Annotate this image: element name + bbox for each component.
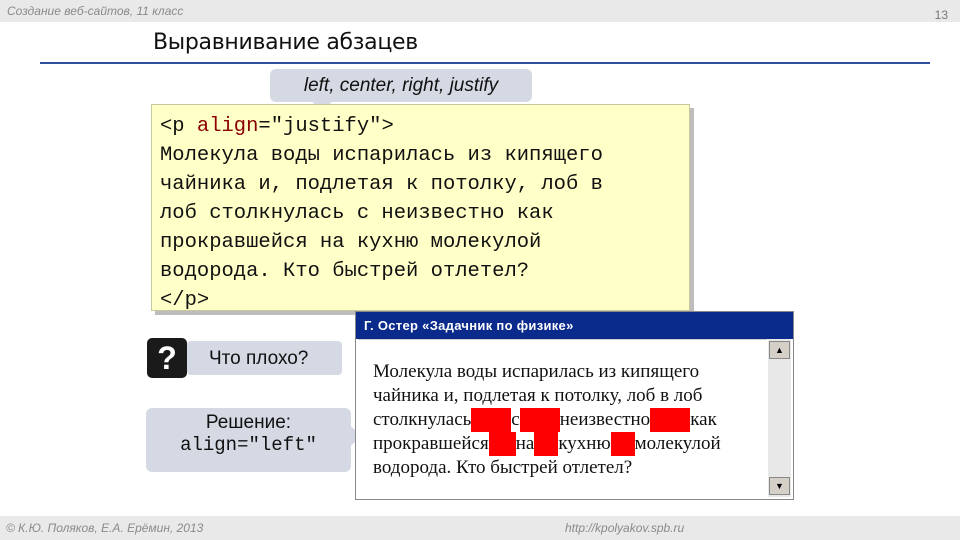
rendered-line: прокравшейся на кухню молекулой — [373, 432, 763, 456]
rendered-word: прокравшейся — [373, 433, 489, 454]
word-gap-highlight — [534, 432, 559, 456]
word-gap-highlight — [519, 408, 560, 432]
header-bar: Создание веб-сайтов, 11 класс — [0, 0, 960, 22]
word-gap-highlight — [471, 408, 512, 432]
window-content: Молекула воды испарилась из кипящего чай… — [358, 339, 767, 498]
footer-authors: © К.Ю. Поляков, Е.А. Ерёмин, 2013 — [6, 521, 204, 535]
vertical-scrollbar[interactable]: ▲ ▼ — [768, 339, 791, 497]
solution-callout: Решение: align="left" — [146, 408, 363, 472]
code-line: Молекула воды испарилась из кипящего — [160, 144, 603, 167]
rendered-word: неизвестно — [559, 409, 651, 430]
rendered-line: чайника и, подлетая к потолку, лоб в лоб — [373, 385, 703, 406]
solution-code: align="left" — [180, 434, 317, 456]
code-line: лоб столкнулась с неизвестно как — [160, 202, 554, 225]
code-text: <p align="justify"> Молекула воды испари… — [160, 112, 603, 315]
rendered-word: как — [690, 409, 717, 430]
alignment-values-text: left, center, right, justify — [303, 75, 499, 96]
code-open-tag: <p — [160, 115, 197, 138]
alignment-values-callout: left, center, right, justify — [270, 69, 532, 113]
code-line: чайника и, подлетая к потолку, лоб в — [160, 173, 603, 196]
code-close-tag: </p> — [160, 289, 210, 312]
rendered-word: с — [511, 409, 520, 430]
code-attr: align — [196, 115, 259, 138]
word-gap-highlight — [488, 432, 516, 456]
solution-label: Решение: — [205, 412, 292, 433]
question-block: ? Что плохо? — [147, 338, 343, 378]
word-gap-highlight — [610, 432, 635, 456]
slide-title: Выравнивание абзацев — [153, 30, 418, 55]
course-title: Создание веб-сайтов, 11 класс — [7, 4, 184, 18]
rendered-line: столкнулась с неизвестно как — [373, 408, 763, 432]
rendered-line: Молекула воды испарилась из кипящего — [373, 361, 700, 382]
code-attr-value: ="justify"> — [258, 115, 394, 138]
scroll-up-icon[interactable]: ▲ — [769, 341, 790, 359]
scroll-down-icon[interactable]: ▼ — [769, 477, 790, 495]
rendered-word: молекулой — [634, 433, 721, 454]
code-line: водорода. Кто быстрей отлетел? — [160, 260, 530, 283]
code-example: <p align="justify"> Молекула воды испари… — [151, 104, 690, 312]
browser-window: Г. Остер «Задачник по физике» Молекула в… — [355, 311, 794, 500]
question-label: Что плохо? — [187, 341, 342, 375]
rendered-paragraph: Молекула воды испарилась из кипящего чай… — [373, 360, 763, 480]
rendered-line: водорода. Кто быстрей отлетел? — [373, 457, 633, 478]
rendered-word: столкнулась — [373, 409, 472, 430]
window-title: Г. Остер «Задачник по физике» — [356, 312, 793, 339]
page-number: 13 — [934, 8, 948, 22]
code-line: прокравшейся на кухню молекулой — [160, 231, 542, 254]
question-mark-icon: ? — [147, 338, 187, 378]
title-divider — [40, 62, 930, 64]
footer-bar: © К.Ю. Поляков, Е.А. Ерёмин, 2013 http:/… — [0, 516, 960, 540]
rendered-word: кухню — [558, 433, 611, 454]
rendered-word: на — [515, 433, 535, 454]
footer-url[interactable]: http://kpolyakov.spb.ru — [565, 521, 684, 535]
word-gap-highlight — [650, 408, 691, 432]
